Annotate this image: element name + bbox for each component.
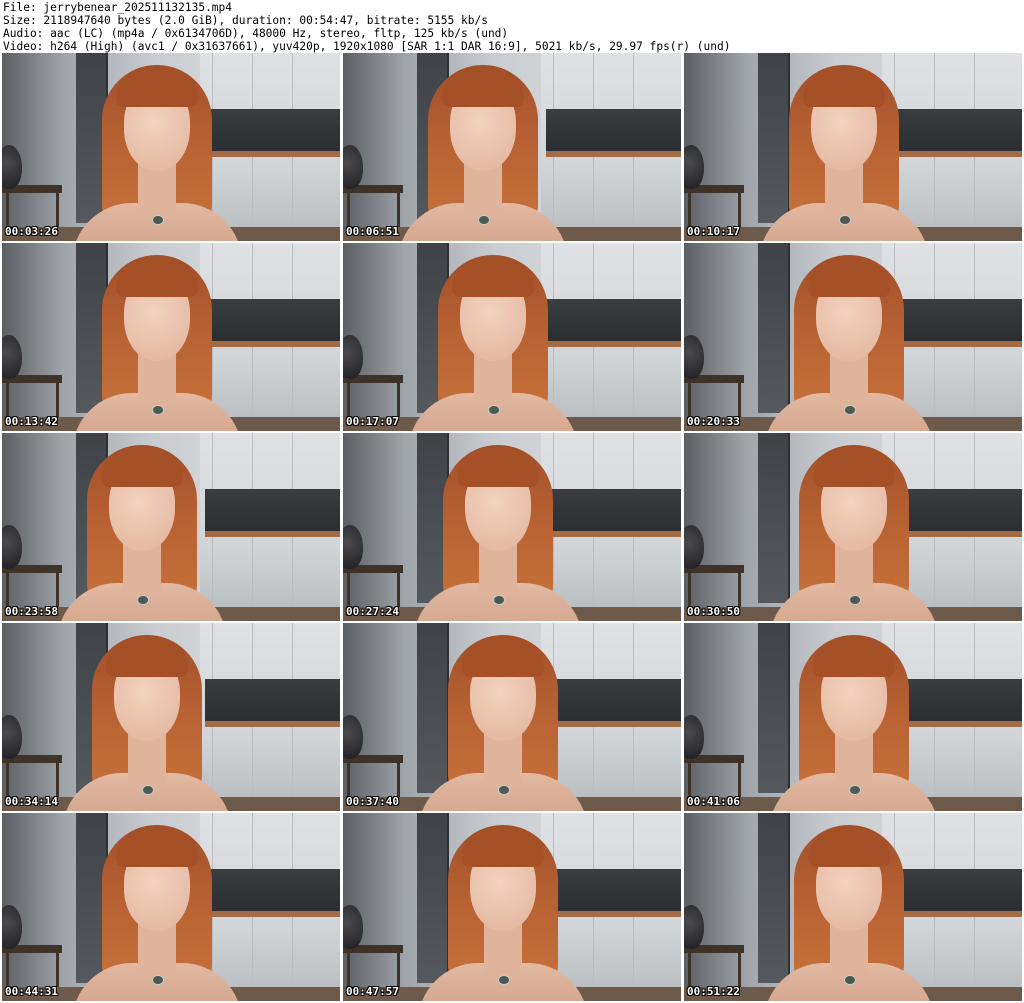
video-thumbnail: 00:06:51 [343, 53, 681, 241]
video-thumbnail: 00:20:33 [684, 243, 1022, 431]
person-figure [72, 243, 242, 431]
person-figure [62, 623, 232, 811]
person-figure [769, 433, 939, 621]
video-thumbnail: 00:51:22 [684, 813, 1022, 1001]
thumbnail-timestamp: 00:37:40 [346, 795, 399, 808]
size-line: Size: 2118947640 bytes (2.0 GiB), durati… [3, 14, 488, 27]
file-name-line: File: jerrybenear_202511132135.mp4 [3, 1, 233, 14]
video-thumbnail: 00:37:40 [343, 623, 681, 811]
person-figure [413, 433, 583, 621]
thumbnail-timestamp: 00:27:24 [346, 605, 399, 618]
video-thumbnail: 00:44:31 [2, 813, 340, 1001]
person-figure [72, 53, 242, 241]
thumbnail-timestamp: 00:23:58 [5, 605, 58, 618]
thumbnail-timestamp: 00:06:51 [346, 225, 399, 238]
video-thumbnail: 00:10:17 [684, 53, 1022, 241]
person-figure [764, 813, 934, 1001]
video-thumbnail: 00:41:06 [684, 623, 1022, 811]
video-thumbnail: 00:47:57 [343, 813, 681, 1001]
thumbnail-timestamp: 00:41:06 [687, 795, 740, 808]
thumbnail-timestamp: 00:51:22 [687, 985, 740, 998]
video-thumbnail: 00:23:58 [2, 433, 340, 621]
person-figure [72, 813, 242, 1001]
thumbnail-timestamp: 00:34:14 [5, 795, 58, 808]
thumbnail-timestamp: 00:20:33 [687, 415, 740, 428]
thumbnail-timestamp: 00:17:07 [346, 415, 399, 428]
person-figure [764, 243, 934, 431]
thumbnail-timestamp: 00:13:42 [5, 415, 58, 428]
video-thumbnail: 00:03:26 [2, 53, 340, 241]
video-thumbnail: 00:17:07 [343, 243, 681, 431]
video-line: Video: h264 (High) (avc1 / 0x31637661), … [3, 40, 731, 53]
video-thumbnail: 00:30:50 [684, 433, 1022, 621]
person-figure [398, 53, 568, 241]
thumbnail-timestamp: 00:10:17 [687, 225, 740, 238]
person-figure [418, 623, 588, 811]
person-figure [759, 53, 929, 241]
video-thumbnail: 00:27:24 [343, 433, 681, 621]
thumbnail-timestamp: 00:30:50 [687, 605, 740, 618]
thumbnail-grid: 00:03:26 00:06:51 00:10:17 00:13:42 00:17:07… [2, 53, 1022, 1001]
video-thumbnail: 00:34:14 [2, 623, 340, 811]
person-figure [769, 623, 939, 811]
thumbnail-timestamp: 00:44:31 [5, 985, 58, 998]
file-info-header: File: jerrybenear_202511132135.mp4 Size:… [3, 1, 1021, 53]
person-figure [408, 243, 578, 431]
audio-line: Audio: aac (LC) (mp4a / 0x6134706D), 480… [3, 27, 509, 40]
person-figure [57, 433, 227, 621]
video-thumbnail: 00:13:42 [2, 243, 340, 431]
thumbnail-timestamp: 00:47:57 [346, 985, 399, 998]
person-figure [418, 813, 588, 1001]
thumbnail-timestamp: 00:03:26 [5, 225, 58, 238]
